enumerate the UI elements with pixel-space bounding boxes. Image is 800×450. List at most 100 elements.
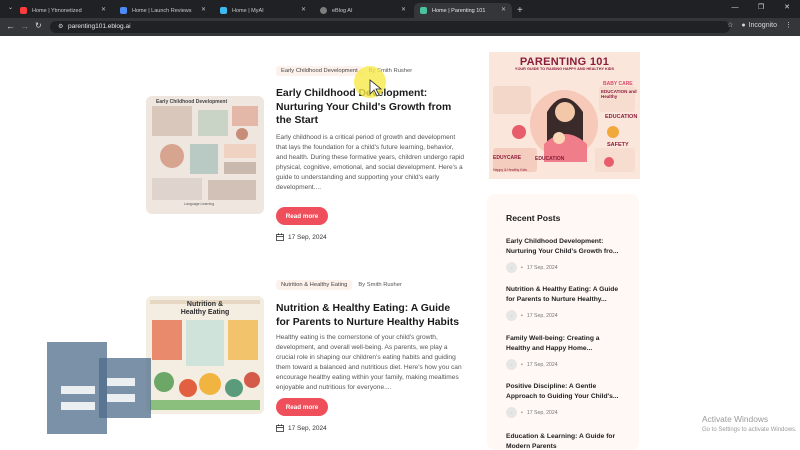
address-bar-row: ← → ↻ ⚙ parenting101.eblog.ai ☆ ● Incogn… (0, 18, 800, 36)
thumbnail-caption: Nutrition & Healthy Eating (180, 301, 230, 316)
banner-label: SAFETY (607, 142, 629, 148)
recent-posts-heading: Recent Posts (506, 213, 561, 223)
incognito-indicator[interactable]: ● Incognito (741, 22, 777, 29)
tab-label: Home | Launch Reviews (132, 7, 192, 14)
recent-post-meta: ○ • 17 Sep, 2024 (506, 359, 624, 371)
category-badge[interactable]: Early Childhood Development (276, 66, 363, 76)
recent-post-item[interactable]: Positive Discipline: A Gentle Approach t… (506, 382, 624, 419)
recent-post-date: 17 Sep, 2024 (526, 361, 558, 368)
close-icon[interactable]: ✕ (401, 6, 406, 13)
recent-post-meta: ○ • 17 Sep, 2024 (506, 310, 624, 322)
browser-tab[interactable]: Home | Ytmonetized ✕ (14, 3, 112, 18)
banner-label: EDUYCARE (493, 155, 522, 161)
close-icon[interactable]: ✕ (101, 6, 106, 13)
recent-post-date: 17 Sep, 2024 (526, 409, 558, 416)
activate-windows-title: Activate Windows (702, 414, 769, 424)
recent-post-title[interactable]: Early Childhood Development: Nurturing Y… (506, 237, 624, 257)
browser-tab-bar: ⌄ Home | Ytmonetized ✕ Home | Launch Rev… (0, 0, 800, 18)
post-date: 17 Sep, 2024 (276, 233, 327, 241)
thumbnail-caption: Language Learning (184, 202, 215, 206)
post-thumbnail[interactable]: Nutrition & Healthy Eating (146, 296, 264, 414)
close-window-icon[interactable]: ✕ (774, 0, 800, 18)
sidebar-banner[interactable]: PARENTING 101 YOUR GUIDE TO RAISING HAPP… (489, 52, 640, 179)
post-meta: Nutrition & Healthy Eating By Smith Rush… (276, 280, 402, 290)
forward-icon[interactable]: → (20, 21, 29, 31)
favicon-icon (320, 7, 327, 14)
early-childhood-infographic-image (146, 96, 264, 214)
close-icon[interactable]: ✕ (201, 6, 206, 13)
back-icon[interactable]: ← (6, 21, 15, 31)
incognito-label: Incognito (748, 21, 777, 29)
separator-dot: • (521, 264, 523, 271)
calendar-icon (276, 233, 284, 241)
window-controls: — ❐ ✕ (722, 0, 800, 18)
banner-label: EDUCATION and Healthy (601, 89, 637, 99)
browser-tab[interactable]: Home | MyAI ✕ (214, 3, 312, 18)
avatar: ○ (506, 310, 517, 322)
recent-post-title[interactable]: Positive Discipline: A Gentle Approach t… (506, 382, 624, 402)
reload-icon[interactable]: ↻ (35, 21, 42, 30)
read-more-button[interactable]: Read more (276, 207, 328, 225)
banner-label: EDUCATION (605, 114, 638, 120)
browser-tab[interactable]: Home | Launch Reviews ✕ (114, 3, 212, 18)
bookmark-star-icon[interactable]: ☆ (727, 21, 733, 29)
post-thumbnail[interactable]: Early Childhood Development Language Lea… (146, 96, 264, 214)
close-icon[interactable]: ✕ (501, 6, 506, 13)
post-date-text: 17 Sep, 2024 (288, 233, 327, 241)
tab-label: Home | Ytmonetized (32, 7, 82, 14)
post-date: 17 Sep, 2024 (276, 424, 327, 432)
recent-post-item[interactable]: Early Childhood Development: Nurturing Y… (506, 237, 624, 274)
post-excerpt: Early childhood is a critical period of … (276, 134, 465, 192)
recent-post-title[interactable]: Education & Learning: A Guide for Modern… (506, 432, 624, 450)
favicon-icon (220, 7, 227, 14)
read-more-button[interactable]: Read more (276, 398, 328, 416)
banner-label: Happy & Healthy Kids (493, 168, 528, 172)
tab-label: Home | MyAI (232, 7, 264, 14)
recent-post-title[interactable]: Family Well-being: Creating a Healthy an… (506, 334, 624, 354)
cursor-highlight (354, 66, 386, 98)
recent-post-title[interactable]: Nutrition & Healthy Eating: A Guide for … (506, 285, 624, 305)
new-tab-icon[interactable]: + (517, 3, 523, 18)
calendar-icon (276, 424, 284, 432)
banner-label: EDUCATION (535, 156, 565, 162)
url-text[interactable]: parenting101.eblog.ai (68, 22, 131, 32)
browser-tab[interactable]: eBlog AI ✕ (314, 3, 412, 18)
recent-post-item[interactable]: Education & Learning: A Guide for Modern… (506, 432, 624, 450)
recent-post-item[interactable]: Family Well-being: Creating a Healthy an… (506, 334, 624, 371)
recent-post-meta: ○ • 17 Sep, 2024 (506, 407, 624, 419)
recent-post-meta: ○ • 17 Sep, 2024 (506, 262, 624, 274)
incognito-icon: ● (741, 21, 746, 29)
banner-label: BABY CARE (603, 81, 633, 87)
minimize-icon[interactable]: — (722, 0, 748, 18)
favicon-icon (420, 7, 427, 14)
banner-subtitle: YOUR GUIDE TO RAISING HAPPY AND HEALTHY … (514, 67, 615, 71)
avatar: ○ (506, 359, 517, 371)
url-bar[interactable]: ⚙ parenting101.eblog.ai (50, 21, 730, 33)
post-title[interactable]: Nutrition & Healthy Eating: A Guide for … (276, 302, 466, 329)
restore-icon[interactable]: ❐ (748, 0, 774, 18)
separator-dot: • (521, 312, 523, 319)
browser-tab-active[interactable]: Home | Parenting 101 ✕ (414, 3, 512, 18)
separator-dot: • (521, 361, 523, 368)
post-excerpt: Healthy eating is the cornerstone of you… (276, 334, 462, 392)
activate-windows-subtitle: Go to Settings to activate Windows. (702, 427, 797, 433)
recent-post-date: 17 Sep, 2024 (526, 264, 558, 271)
avatar: ○ (506, 407, 517, 419)
close-icon[interactable]: ✕ (301, 6, 306, 13)
separator-dot: • (521, 409, 523, 416)
page-content: Early Childhood Development Language Lea… (0, 36, 800, 450)
post-date-text: 17 Sep, 2024 (288, 424, 327, 432)
avatar: ○ (506, 262, 517, 274)
site-info-icon[interactable]: ⚙ (58, 23, 63, 30)
recent-posts-widget: Recent Posts Early Childhood Development… (487, 194, 639, 450)
tab-label: eBlog AI (332, 7, 353, 14)
category-badge[interactable]: Nutrition & Healthy Eating (276, 280, 353, 290)
youtube-favicon-icon (20, 7, 27, 14)
recent-post-date: 17 Sep, 2024 (526, 312, 558, 319)
document-overlay-icon (47, 342, 151, 434)
post-author[interactable]: By Smith Rusher (358, 282, 402, 288)
menu-icon[interactable]: ⋮ (785, 21, 792, 29)
tab-label: Home | Parenting 101 (432, 7, 486, 14)
thumbnail-caption: Early Childhood Development (156, 99, 228, 105)
recent-post-item[interactable]: Nutrition & Healthy Eating: A Guide for … (506, 285, 624, 322)
